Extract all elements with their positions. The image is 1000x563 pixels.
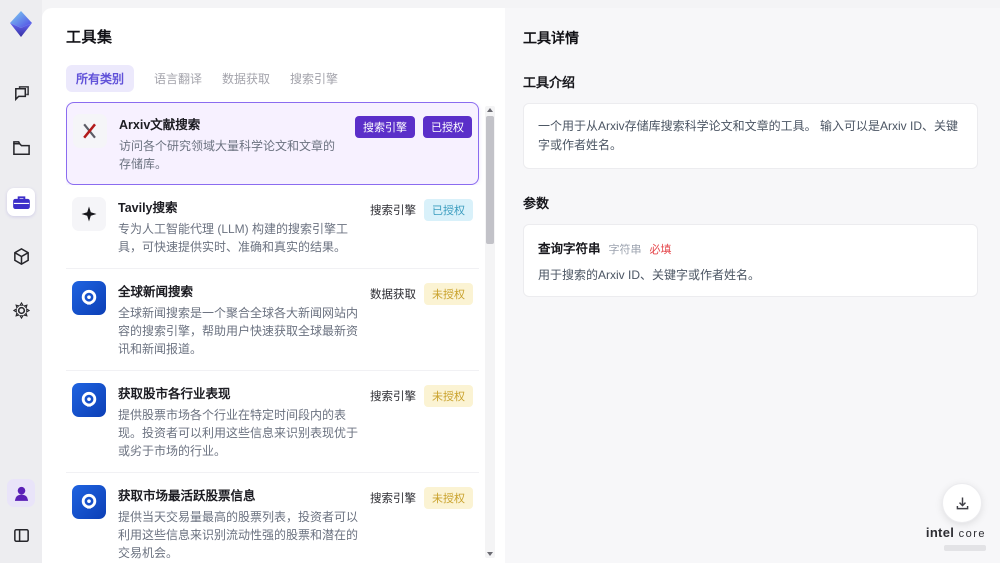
download-icon <box>956 497 968 509</box>
scrollbar-thumb[interactable] <box>486 116 494 244</box>
param-description: 用于搜索的Arxiv ID、关键字或作者姓名。 <box>538 268 761 283</box>
param-required-badge: 必填 <box>649 244 672 257</box>
chat-icon[interactable] <box>7 80 35 108</box>
intel-core-logo: intel core <box>926 524 986 551</box>
panel-toggle-icon[interactable] <box>7 521 35 549</box>
tool-detail-panel: 工具详情 工具介绍 一个用于从Arxiv存储库搜索科学论文和文章的工具。 输入可… <box>505 8 1000 563</box>
tool-name: 获取股市各行业表现 <box>118 387 231 401</box>
brand-sub-mark <box>944 545 986 551</box>
news-app-logo-icon <box>72 383 106 417</box>
param-box: 查询字符串 字符串 必填 用于搜索的Arxiv ID、关键字或作者姓名。 <box>523 224 978 298</box>
scrollbar[interactable] <box>485 106 495 558</box>
tool-name: Arxiv文献搜索 <box>119 118 201 132</box>
tool-name: Tavily搜索 <box>118 201 178 215</box>
tool-name: 全球新闻搜索 <box>118 285 194 299</box>
user-icon[interactable] <box>7 479 35 507</box>
folder-icon[interactable] <box>7 134 35 162</box>
app-sidebar <box>0 0 42 563</box>
tool-description: 访问各个研究领域大量科学论文和文章的存储库。 <box>119 139 336 171</box>
toolbox-icon[interactable] <box>7 188 35 216</box>
news-app-logo-icon <box>72 485 106 519</box>
tool-list-panel: 工具集 所有类别 语言翻译 数据获取 搜索引擎 Arxiv文献搜索访问各个研究领… <box>42 8 505 563</box>
category-tabs: 所有类别 语言翻译 数据获取 搜索引擎 <box>66 65 495 92</box>
news-app-logo-icon <box>72 281 106 315</box>
app-logo-icon <box>10 11 32 37</box>
tool-description: 全球新闻搜索是一个聚合全球各大新闻网站内容的搜索引擎，帮助用户快速获取全球最新资… <box>118 306 359 356</box>
tab-data-acquisition[interactable]: 数据获取 <box>222 65 270 92</box>
tavily-logo-icon <box>72 197 106 231</box>
tool-auth-badge: 未授权 <box>424 385 473 407</box>
settings-icon[interactable] <box>7 296 35 324</box>
scroll-up-icon[interactable] <box>487 108 493 112</box>
download-button[interactable] <box>942 483 982 523</box>
cube-icon[interactable] <box>7 242 35 270</box>
page-title: 工具集 <box>66 29 113 46</box>
core-wordmark: core <box>958 528 986 540</box>
params-heading: 参数 <box>523 196 550 212</box>
tool-auth-badge: 已授权 <box>423 116 472 138</box>
intro-text: 一个用于从Arxiv存储库搜索科学论文和文章的工具。 输入可以是Arxiv ID… <box>538 119 959 153</box>
tool-auth-badge: 未授权 <box>424 283 473 305</box>
tool-list-item[interactable]: Arxiv文献搜索访问各个研究领域大量科学论文和文章的存储库。 搜索引擎 已授权 <box>66 102 479 185</box>
param-type: 字符串 <box>608 244 642 257</box>
tool-list-item[interactable]: Tavily搜索专为人工智能代理 (LLM) 构建的搜索引擎工具，可快速提供实时… <box>66 185 479 269</box>
scroll-down-icon[interactable] <box>487 552 493 556</box>
tool-list-item[interactable]: 获取股市各行业表现提供股票市场各个行业在特定时间段内的表现。投资者可以利用这些信… <box>66 371 479 473</box>
detail-title: 工具详情 <box>523 30 579 46</box>
intro-heading: 工具介绍 <box>523 75 576 90</box>
tool-category-badge: 搜索引擎 <box>355 116 415 138</box>
tab-all-categories[interactable]: 所有类别 <box>66 65 135 92</box>
arxiv-logo-icon <box>73 114 107 148</box>
tool-name: 获取市场最活跃股票信息 <box>118 489 256 503</box>
param-name: 查询字符串 <box>538 242 601 257</box>
tool-description: 提供股票市场各个行业在特定时间段内的表现。投资者可以利用这些信息来识别表现优于或… <box>118 408 359 458</box>
tab-language-translation[interactable]: 语言翻译 <box>154 65 202 92</box>
tool-list-item[interactable]: 全球新闻搜索全球新闻搜索是一个聚合全球各大新闻网站内容的搜索引擎，帮助用户快速获… <box>66 269 479 371</box>
tool-list-item[interactable]: 获取市场最活跃股票信息提供当天交易量最高的股票列表，投资者可以利用这些信息来识别… <box>66 473 479 562</box>
tool-list: Arxiv文献搜索 访问各个研究领域大量科学论文和文章的存储库。 搜索引擎 已授权 Ta… <box>66 102 495 562</box>
tool-auth-badge: 未授权 <box>424 487 473 509</box>
tool-category-badge: 搜索引擎 <box>370 391 416 403</box>
intro-box: 一个用于从Arxiv存储库搜索科学论文和文章的工具。 输入可以是Arxiv ID… <box>523 103 978 170</box>
tool-category-badge: 搜索引擎 <box>370 205 416 217</box>
tool-category-badge: 数据获取 <box>370 289 416 301</box>
tab-search-engine[interactable]: 搜索引擎 <box>290 65 338 92</box>
tool-category-badge: 搜索引擎 <box>370 493 416 505</box>
tool-auth-badge: 已授权 <box>424 199 473 221</box>
intel-wordmark: intel <box>925 525 955 540</box>
tool-description: 提供当天交易量最高的股票列表，投资者可以利用这些信息来识别流动性强的股票和潜在的… <box>118 510 359 560</box>
tool-description: 专为人工智能代理 (LLM) 构建的搜索引擎工具，可快速提供实时、准确和真实的结… <box>118 222 349 254</box>
